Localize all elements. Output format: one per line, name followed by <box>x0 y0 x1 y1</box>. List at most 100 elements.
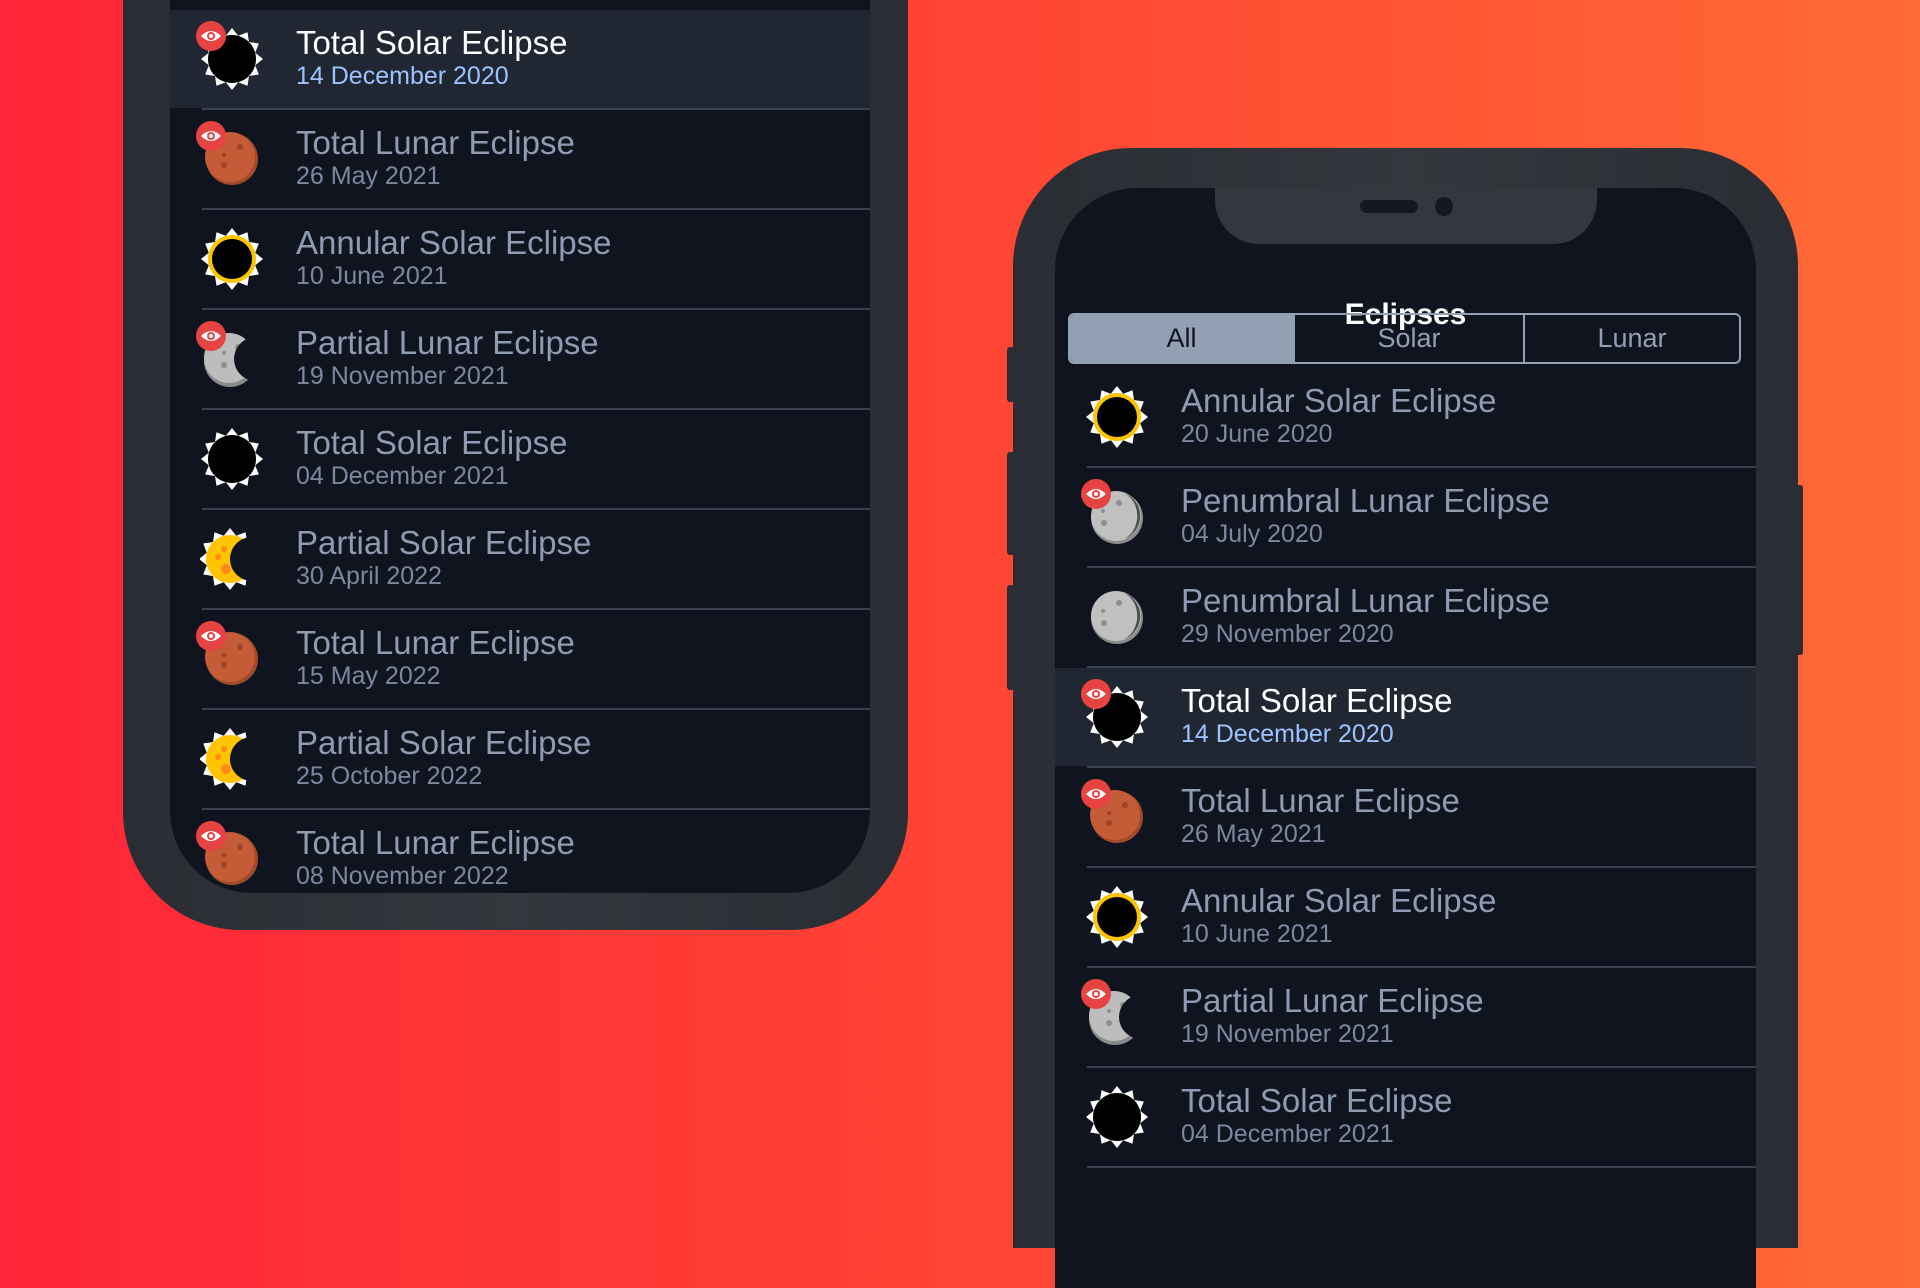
eclipse-text: Partial Lunar Eclipse 19 November 2021 <box>296 324 599 390</box>
eclipse-text: Partial Lunar Eclipse 19 November 2021 <box>1181 982 1484 1048</box>
phone-left-screen: Total Solar Eclipse 14 December 2020 Total… <box>170 0 870 893</box>
eclipse-list-item[interactable]: Total Lunar Eclipse 26 May 2021 <box>1055 768 1756 868</box>
partial-solar-icon <box>199 727 274 791</box>
eclipse-date: 29 November 2020 <box>1181 620 1394 648</box>
eclipse-date: 10 June 2021 <box>1181 920 1333 948</box>
total-lunar-icon <box>196 121 264 191</box>
eye-icon <box>196 621 226 651</box>
eclipse-date: 04 December 2021 <box>296 462 509 490</box>
phone-right-screen: Eclipses All Solar Lunar Annular Solar E… <box>1055 188 1756 1288</box>
eclipse-date: 30 April 2022 <box>296 562 442 590</box>
eclipse-name: Total Solar Eclipse <box>1181 1082 1453 1119</box>
eclipse-name: Partial Lunar Eclipse <box>296 324 599 361</box>
eclipse-text: Total Lunar Eclipse 26 May 2021 <box>296 124 575 190</box>
filter-all[interactable]: All <box>1070 315 1293 362</box>
eclipse-name: Annular Solar Eclipse <box>1181 882 1497 919</box>
eclipse-name: Partial Solar Eclipse <box>296 724 592 761</box>
total-lunar-icon <box>196 621 264 691</box>
eclipse-name: Total Lunar Eclipse <box>296 824 575 861</box>
eclipse-name: Penumbral Lunar Eclipse <box>1181 482 1550 519</box>
eclipse-name: Total Lunar Eclipse <box>296 124 575 161</box>
eye-icon <box>196 821 226 851</box>
eclipse-name: Total Lunar Eclipse <box>1181 782 1460 819</box>
eclipse-name: Partial Solar Eclipse <box>296 524 592 561</box>
total-solar-icon <box>1085 1085 1149 1149</box>
eclipse-list-item[interactable]: Total Solar Eclipse 04 December 2021 <box>170 410 870 510</box>
eclipse-name: Annular Solar Eclipse <box>296 224 612 261</box>
eclipse-text: Total Lunar Eclipse 26 May 2021 <box>1181 782 1460 848</box>
eye-icon <box>1081 479 1111 509</box>
eclipse-list-item[interactable]: Annular Solar Eclipse 10 June 2021 <box>1055 868 1756 968</box>
eclipse-list-item[interactable]: Penumbral Lunar Eclipse 04 July 2020 <box>1055 468 1756 568</box>
eclipse-date: 26 May 2021 <box>1181 820 1326 848</box>
eclipse-type-filter: All Solar Lunar <box>1068 313 1741 364</box>
eye-icon <box>196 121 226 151</box>
partial-lunar-icon <box>1081 979 1163 1049</box>
eclipse-text: Total Solar Eclipse 04 December 2021 <box>296 424 567 490</box>
annular-solar-icon <box>1085 885 1149 949</box>
eclipse-list-item[interactable]: Annular Solar Eclipse 20 June 2020 <box>1055 368 1756 468</box>
eclipse-list-item[interactable]: Penumbral Lunar Eclipse 29 November 2020 <box>1055 568 1756 668</box>
eclipse-text: Total Solar Eclipse 04 December 2021 <box>1181 1082 1452 1148</box>
eclipse-date: 15 May 2022 <box>296 662 441 690</box>
eclipse-date: 14 December 2020 <box>1181 720 1394 748</box>
eclipse-list-item[interactable]: Total Lunar Eclipse 26 May 2021 <box>170 110 870 210</box>
eclipse-date: 25 October 2022 <box>296 762 483 790</box>
annular-solar-icon <box>1085 385 1149 449</box>
eclipse-name: Total Lunar Eclipse <box>296 624 575 661</box>
filter-solar[interactable]: Solar <box>1293 315 1523 362</box>
eclipse-text: Penumbral Lunar Eclipse 04 July 2020 <box>1181 482 1550 548</box>
eclipse-list-item[interactable]: Total Lunar Eclipse 08 November 2022 <box>170 810 870 893</box>
total-solar-icon <box>1081 679 1149 749</box>
eclipse-text: Total Lunar Eclipse 15 May 2022 <box>296 624 575 690</box>
partial-lunar-icon <box>196 321 278 391</box>
eclipse-name: Penumbral Lunar Eclipse <box>1181 582 1550 619</box>
eclipse-date: 26 May 2021 <box>296 162 441 190</box>
eclipse-name: Total Solar Eclipse <box>1181 682 1453 719</box>
eclipse-list-item[interactable]: Partial Solar Eclipse 30 April 2022 <box>170 510 870 610</box>
eclipse-date: 04 July 2020 <box>1181 520 1323 548</box>
eclipse-text: Total Solar Eclipse 14 December 2020 <box>296 24 567 90</box>
eclipse-text: Annular Solar Eclipse 10 June 2021 <box>1181 882 1497 948</box>
eclipse-list-item[interactable]: Partial Lunar Eclipse 19 November 2021 <box>170 310 870 410</box>
phone-left: Total Solar Eclipse 14 December 2020 Total… <box>123 0 908 930</box>
eclipse-date: 20 June 2020 <box>1181 420 1333 448</box>
eclipse-date: 10 June 2021 <box>296 262 448 290</box>
eclipse-name: Total Solar Eclipse <box>296 24 568 61</box>
eclipse-list-item[interactable]: Total Lunar Eclipse 15 May 2022 <box>170 610 870 710</box>
eye-icon <box>196 21 226 51</box>
eclipse-list-left: Total Solar Eclipse 14 December 2020 Total… <box>170 10 870 893</box>
total-solar-icon <box>196 21 264 91</box>
eclipse-list-right: Annular Solar Eclipse 20 June 2020 Penumbr… <box>1055 368 1756 1168</box>
eclipse-text: Annular Solar Eclipse 20 June 2020 <box>1181 382 1497 448</box>
eclipse-text: Partial Solar Eclipse 25 October 2022 <box>296 724 591 790</box>
phone-right: Eclipses All Solar Lunar Annular Solar E… <box>1013 148 1798 1288</box>
speaker-grille <box>1360 200 1418 213</box>
eclipse-text: Penumbral Lunar Eclipse 29 November 2020 <box>1181 582 1550 648</box>
annular-solar-icon <box>200 227 264 291</box>
front-camera <box>1435 197 1453 216</box>
eclipse-date: 19 November 2021 <box>296 362 509 390</box>
total-lunar-icon <box>196 821 264 891</box>
eclipse-name: Total Solar Eclipse <box>296 424 568 461</box>
notch <box>1215 188 1597 244</box>
filter-lunar[interactable]: Lunar <box>1523 315 1739 362</box>
total-solar-icon <box>200 427 264 491</box>
eclipse-name: Annular Solar Eclipse <box>1181 382 1497 419</box>
eclipse-list-item[interactable]: Total Solar Eclipse 14 December 2020 <box>1055 668 1756 768</box>
eclipse-text: Total Lunar Eclipse 08 November 2022 <box>296 824 575 890</box>
eclipse-date: 04 December 2021 <box>1181 1120 1394 1148</box>
eclipse-text: Annular Solar Eclipse 10 June 2021 <box>296 224 612 290</box>
eclipse-date: 08 November 2022 <box>296 862 509 890</box>
partial-solar-icon <box>199 527 274 591</box>
eclipse-name: Partial Lunar Eclipse <box>1181 982 1484 1019</box>
eye-icon <box>1081 779 1111 809</box>
eclipse-list-item[interactable]: Annular Solar Eclipse 10 June 2021 <box>170 210 870 310</box>
eclipse-list-item[interactable]: Total Solar Eclipse 04 December 2021 <box>1055 1068 1756 1168</box>
eclipse-date: 19 November 2021 <box>1181 1020 1394 1048</box>
penumbral-lunar-icon <box>1085 585 1149 649</box>
eclipse-list-item[interactable]: Partial Lunar Eclipse 19 November 2021 <box>1055 968 1756 1068</box>
eclipse-list-item[interactable]: Partial Solar Eclipse 25 October 2022 <box>170 710 870 810</box>
eclipse-list-item[interactable]: Total Solar Eclipse 14 December 2020 <box>170 10 870 110</box>
total-lunar-icon <box>1081 779 1149 849</box>
